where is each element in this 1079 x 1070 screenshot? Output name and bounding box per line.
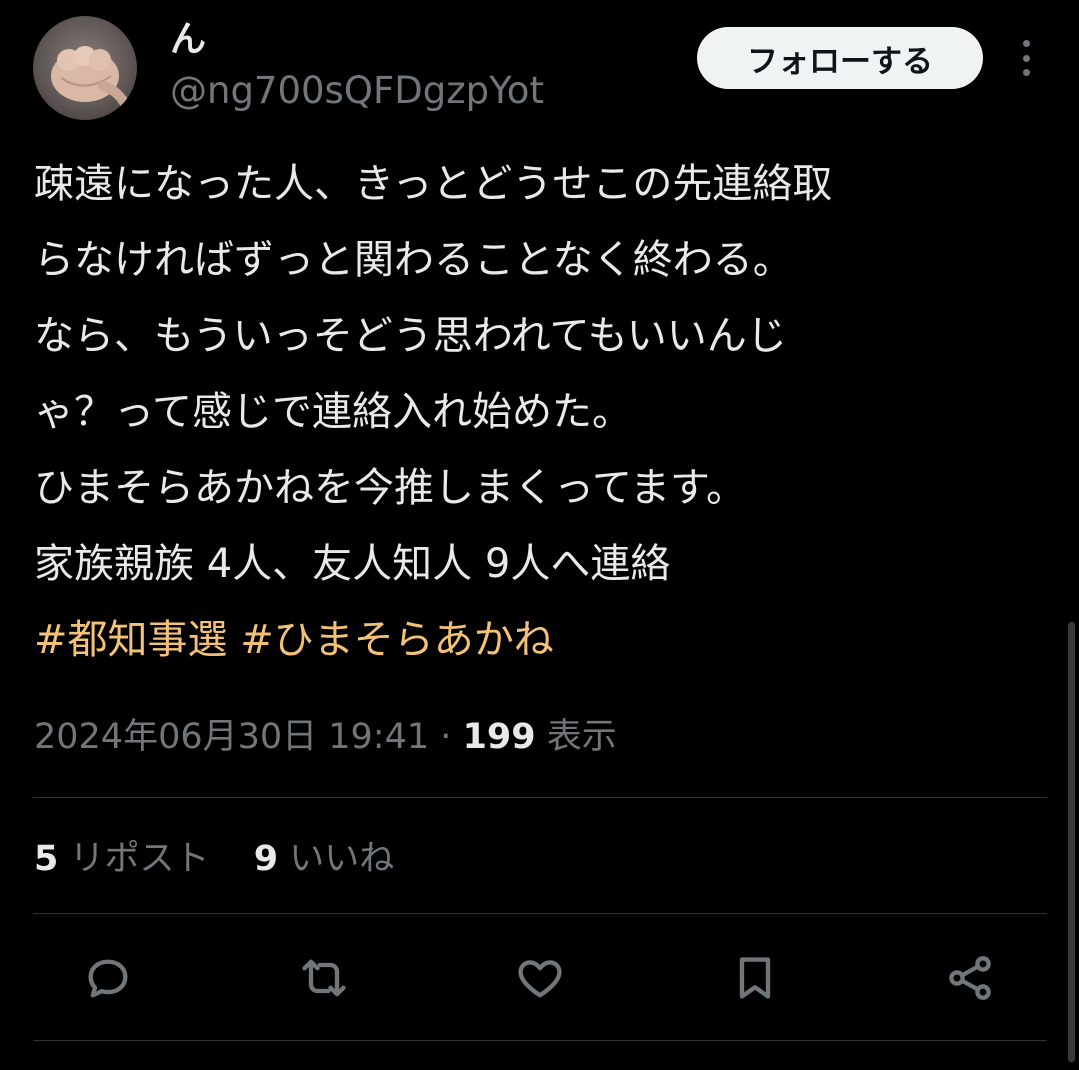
reposts-label[interactable]: リポスト [70,839,210,879]
divider [33,1040,1047,1041]
divider [33,913,1047,914]
reposts-count[interactable]: 5 [34,839,58,879]
meta-separator: · [440,717,452,757]
bookmark-icon [739,957,771,999]
timestamp[interactable]: 2024年06月30日 19:41 [34,717,429,757]
user-handle[interactable]: @ng700sQFDgzpYot [170,68,544,114]
tweet-text: 疎遠になった人、きっとどうせこの先連絡取 らなければずっと関わることなく終わる。… [34,146,1044,678]
tweet-meta: 2024年06月30日 19:41 · 199 表示 [34,712,617,762]
likes-count[interactable]: 9 [254,839,278,879]
like-button[interactable] [510,948,570,1008]
display-name[interactable]: ん [170,18,206,62]
views-count: 199 [462,717,536,757]
divider [33,797,1047,798]
bookmark-button[interactable] [725,948,785,1008]
like-icon [518,960,562,998]
likes-label[interactable]: いいね [289,839,394,879]
reply-icon [88,959,128,998]
tweet-line: なら、もういっそどう思われてもいいんじ [34,313,787,359]
repost-button[interactable] [294,948,354,1008]
scrollbar[interactable] [1068,622,1075,1062]
share-icon [949,956,991,1000]
tweet-line: ひまそらあかねを今推しまくってます。 [34,465,746,511]
hashtag-line: #都知事選 #ひまそらあかね [34,602,1044,678]
tweet-line: 疎遠になった人、きっとどうせこの先連絡取 [34,161,833,207]
share-button[interactable] [940,948,1000,1008]
follow-button[interactable]: フォローする [697,27,983,89]
tweet-line: らなければずっと関わることなく終わる。 [34,237,793,283]
reply-button[interactable] [78,948,138,1008]
engagement-stats: 5 リポスト 9 いいね [34,836,394,882]
views-label: 表示 [546,717,617,757]
hashtag-link[interactable]: #都知事選 [34,617,228,663]
avatar[interactable] [33,16,137,120]
hashtag-link[interactable]: #ひまそらあかね [240,617,554,663]
more-icon[interactable] [1010,38,1042,78]
repost-icon [302,959,346,997]
tweet-line: ゃ？って感じで連絡入れ始めた。 [34,389,632,435]
tweet-line: 家族親族 4人、友人知人 9人へ連絡 [34,541,671,587]
